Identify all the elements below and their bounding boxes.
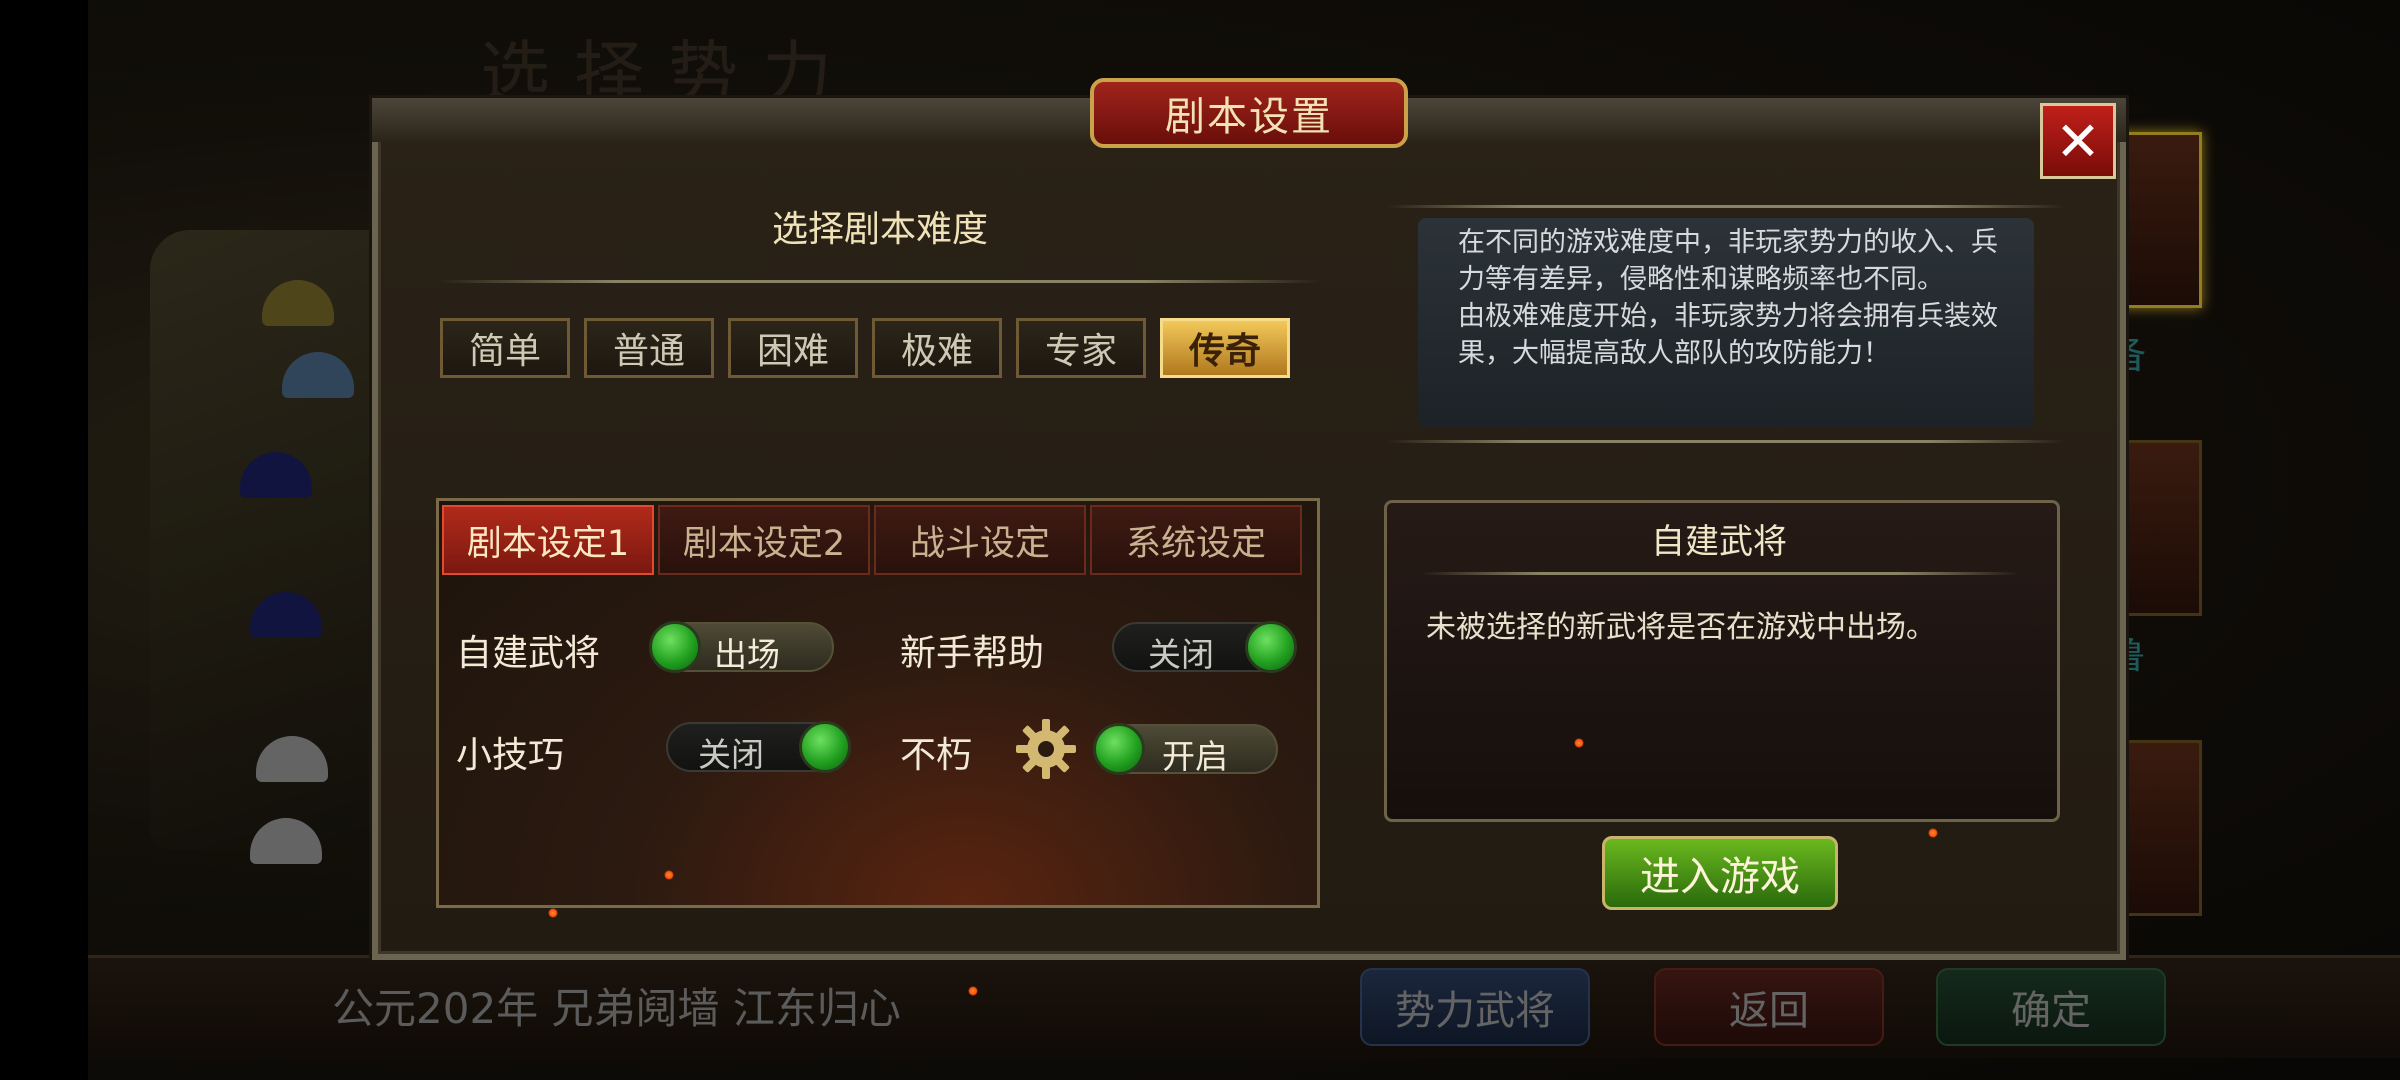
ember-particle [1574, 738, 1584, 748]
tab-battle[interactable]: 战斗设定 [874, 505, 1086, 575]
difficulty-extreme[interactable]: 极难 [872, 318, 1002, 378]
difficulty-options: 简单 普通 困难 极难 专家 传奇 [440, 318, 1290, 378]
divider [1388, 440, 2064, 443]
toggle-knob [649, 621, 701, 673]
enter-game-button[interactable]: 进入游戏 [1602, 836, 1838, 910]
toggle-label: 出场 [714, 635, 780, 674]
difficulty-info-text: 在不同的游戏难度中，非玩家势力的收入、兵力等有差异，侵略性和谋略频率也不同。 由… [1458, 224, 2018, 426]
tab-scenario-1[interactable]: 剧本设定1 [442, 505, 654, 575]
tutorial-help-toggle[interactable]: 关闭 [1112, 621, 1297, 674]
info-paragraph: 在不同的游戏难度中，非玩家势力的收入、兵力等有差异，侵略性和谋略频率也不同。 [1458, 227, 1998, 295]
ember-particle [664, 870, 674, 880]
info-paragraph: 由极难难度开始，非玩家势力将会拥有兵装效果，大幅提高敌人部队的攻防能力！ [1458, 301, 1998, 369]
option-label: 新手帮助 [900, 633, 1045, 674]
difficulty-expert[interactable]: 专家 [1016, 318, 1146, 378]
divider [1420, 572, 2020, 575]
difficulty-legend[interactable]: 传奇 [1160, 318, 1290, 378]
toggle-knob [1093, 723, 1145, 775]
option-label: 小技巧 [456, 735, 565, 776]
toggle-label: 关闭 [698, 735, 764, 774]
gear-icon[interactable] [1014, 717, 1078, 781]
option-label: 不朽 [900, 735, 973, 776]
immortal-toggle[interactable]: 开启 [1093, 723, 1278, 776]
option-label: 自建武将 [456, 633, 601, 674]
ember-particle [968, 986, 978, 996]
ember-particle [1928, 828, 1938, 838]
tab-system[interactable]: 系统设定 [1090, 505, 1302, 575]
difficulty-heading: 选择剧本难度 [771, 209, 988, 250]
difficulty-normal[interactable]: 普通 [584, 318, 714, 378]
toggle-label: 关闭 [1148, 635, 1214, 674]
tips-toggle[interactable]: 关闭 [666, 721, 851, 774]
divider [440, 280, 1320, 283]
difficulty-easy[interactable]: 简单 [440, 318, 570, 378]
difficulty-hard[interactable]: 困难 [728, 318, 858, 378]
divider [1388, 205, 2064, 208]
toggle-label: 开启 [1162, 737, 1228, 776]
dialog-title: 剧本设置 [1090, 78, 1408, 148]
toggle-knob [799, 721, 851, 773]
tab-scenario-2[interactable]: 剧本设定2 [658, 505, 870, 575]
close-button[interactable]: ✕ [2040, 103, 2116, 179]
toggle-knob [1245, 621, 1297, 673]
detail-description: 未被选择的新武将是否在游戏中出场。 [1426, 610, 1936, 645]
detail-title: 自建武将 [1651, 522, 1787, 562]
custom-generals-toggle[interactable]: 出场 [649, 621, 834, 674]
settings-tabs: 剧本设定1 剧本设定2 战斗设定 系统设定 [442, 505, 1302, 575]
ember-particle [548, 908, 558, 918]
